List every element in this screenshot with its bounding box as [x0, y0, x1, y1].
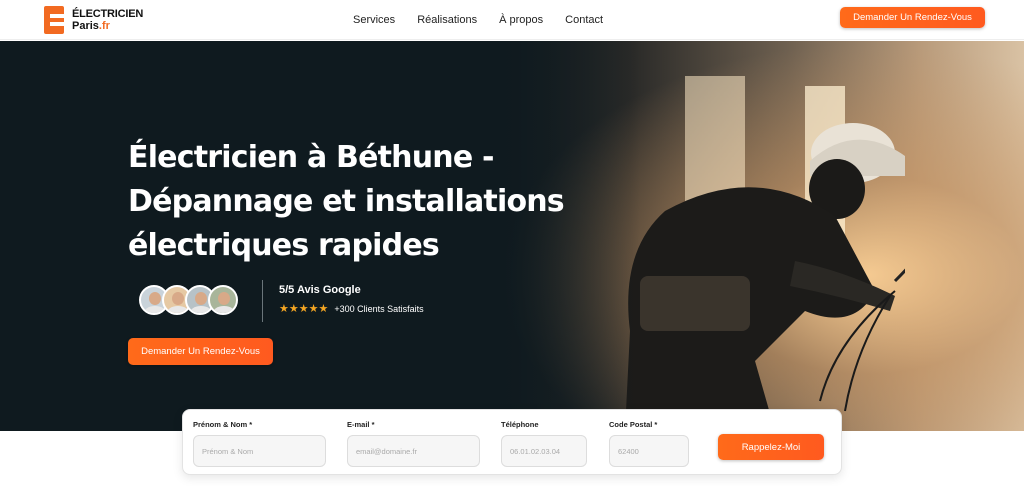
phone-input[interactable]: 06.01.02.03.04: [501, 435, 587, 467]
logo-sub: Paris.fr: [72, 20, 143, 32]
clients-count: +300 Clients Satisfaits: [334, 303, 424, 314]
nav-contact[interactable]: Contact: [565, 14, 603, 26]
rating-row: ★★★★★ +300 Clients Satisfaits: [279, 302, 424, 315]
google-rating: 5/5 Avis Google ★★★★★ +300 Clients Satis…: [279, 284, 424, 315]
star-rating-icon: ★★★★★: [279, 303, 329, 315]
name-input[interactable]: Prénom & Nom: [193, 435, 326, 467]
phone-field-group: Téléphone 06.01.02.03.04: [501, 420, 587, 467]
avatar: [208, 285, 238, 315]
hero-title: Électricien à Béthune - Dépannage et ins…: [128, 140, 565, 263]
hero-section: Électricien à Béthune - Dépannage et ins…: [0, 41, 1024, 431]
email-input[interactable]: email@domaine.fr: [347, 435, 480, 467]
electrician-silhouette: [625, 123, 905, 431]
header-appointment-button[interactable]: Demander Un Rendez-Vous: [840, 7, 985, 28]
name-label: Prénom & Nom *: [193, 420, 253, 429]
rating-divider: [262, 280, 263, 322]
site-header: ÉLECTRICIEN Paris.fr Services Réalisatio…: [0, 0, 1024, 40]
email-label: E-mail *: [347, 420, 375, 429]
logo-tld: .fr: [98, 20, 110, 32]
main-nav: Services Réalisations À propos Contact: [353, 0, 603, 40]
nav-a-propos[interactable]: À propos: [499, 14, 543, 26]
postal-label: Code Postal *: [609, 420, 658, 429]
email-field-group: E-mail * email@domaine.fr: [347, 420, 480, 467]
logo-e-icon: [44, 6, 64, 34]
callback-form: Prénom & Nom * Prénom & Nom E-mail * ema…: [182, 409, 842, 475]
name-field-group: Prénom & Nom * Prénom & Nom: [193, 420, 326, 467]
callback-submit-button[interactable]: Rappelez-Moi: [718, 434, 824, 460]
rating-title: 5/5 Avis Google: [279, 284, 361, 296]
logo-text: ÉLECTRICIEN Paris.fr: [72, 8, 143, 32]
logo-sub-text: Paris: [72, 20, 99, 32]
site-logo[interactable]: ÉLECTRICIEN Paris.fr: [44, 4, 143, 36]
nav-realisations[interactable]: Réalisations: [417, 14, 477, 26]
nav-services[interactable]: Services: [353, 14, 395, 26]
customer-avatars: [139, 285, 238, 317]
hero-appointment-button[interactable]: Demander Un Rendez-Vous: [128, 338, 273, 365]
logo-main: ÉLECTRICIEN: [72, 8, 144, 20]
postal-field-group: Code Postal * 62400: [609, 420, 689, 467]
phone-label: Téléphone: [501, 420, 539, 429]
postal-code-input[interactable]: 62400: [609, 435, 689, 467]
